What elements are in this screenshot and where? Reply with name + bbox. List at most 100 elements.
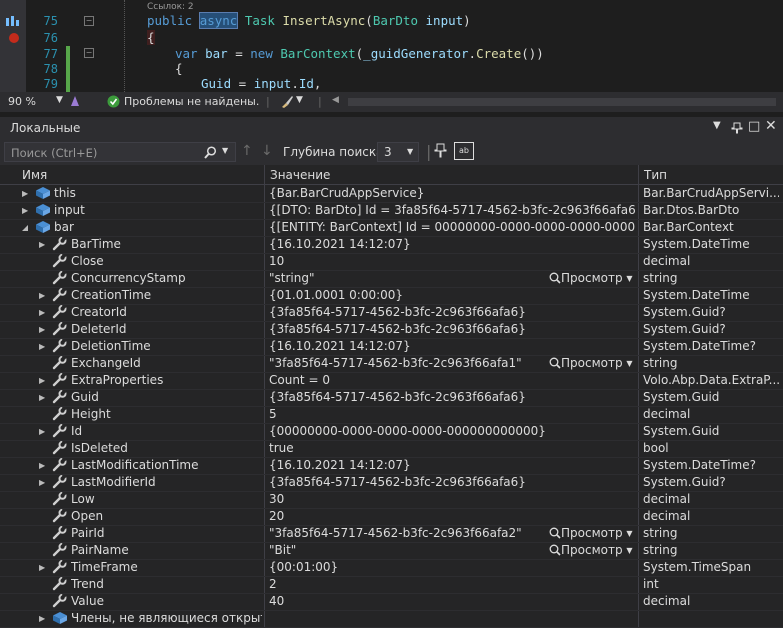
search-icon[interactable] [204, 146, 217, 159]
column-header-name[interactable]: Имя [22, 168, 47, 182]
locals-row[interactable]: ▶ Члены, не являющиеся открыты... [0, 610, 783, 628]
horizontal-scrollbar[interactable] [348, 98, 776, 106]
collapse-arrow-icon[interactable]: ◢ [22, 223, 28, 232]
variable-value[interactable]: "3fa85f64-5717-4562-b3fc-2c963f66afa1" [269, 356, 522, 370]
collapse-toggle[interactable]: − [84, 16, 94, 26]
expand-arrow-icon[interactable]: ▶ [39, 308, 45, 317]
hex-display-icon[interactable]: ab [454, 142, 474, 160]
text-visualizer[interactable]: Просмотр ▼ [549, 356, 633, 370]
variable-value[interactable]: {01.01.0001 0:00:00} [269, 288, 403, 302]
expand-arrow-icon[interactable]: ▶ [22, 206, 28, 215]
code-line-76[interactable]: { [147, 30, 155, 45]
variable-value[interactable]: "string" [269, 271, 315, 285]
locals-row[interactable]: ▶ BarTime {16.10.2021 14:12:07} System.Date… [0, 236, 783, 254]
variable-value[interactable]: true [269, 441, 294, 455]
codelens-references[interactable]: Ссылок: 2 [147, 2, 194, 12]
expand-arrow-icon[interactable]: ▶ [39, 478, 45, 487]
locals-row[interactable]: ▶ CreatorId {3fa85f64-5717-4562-b3fc-2c963… [0, 304, 783, 322]
expand-arrow-icon[interactable]: ▶ [39, 376, 45, 385]
expand-arrow-icon[interactable]: ▶ [39, 291, 45, 300]
locals-row[interactable]: ▶ DeletionTime {16.10.2021 14:12:07} System… [0, 338, 783, 356]
locals-row[interactable]: PairName "Bit" Просмотр ▼ string [0, 542, 783, 560]
collapse-toggle[interactable]: − [84, 48, 94, 58]
variable-value[interactable]: 30 [269, 492, 284, 506]
close-icon[interactable]: ✕ [765, 118, 777, 134]
text-visualizer[interactable]: Просмотр ▼ [549, 526, 633, 540]
locals-row[interactable]: ▶ LastModifierId {3fa85f64-5717-4562-b3fc-… [0, 474, 783, 492]
locals-row[interactable]: ▶ LastModificationTime {16.10.2021 14:12:0… [0, 457, 783, 475]
scroll-left-icon[interactable]: ◀ [332, 95, 339, 105]
variable-value[interactable]: {Bar.BarCrudAppService} [269, 186, 424, 200]
brush-icon[interactable] [280, 95, 294, 108]
variable-value[interactable]: {[DTO: BarDto] Id = 3fa85f64-5717-4562-b… [269, 203, 635, 217]
variable-value[interactable]: {3fa85f64-5717-4562-b3fc-2c963f66afa6} [269, 305, 526, 319]
column-header-type[interactable]: Тип [644, 168, 667, 182]
variable-value[interactable]: {3fa85f64-5717-4562-b3fc-2c963f66afa6} [269, 322, 526, 336]
variable-value[interactable]: "3fa85f64-5717-4562-b3fc-2c963f66afa2" [269, 526, 522, 540]
expand-arrow-icon[interactable]: ▶ [39, 427, 45, 436]
expand-arrow-icon[interactable]: ▶ [39, 342, 45, 351]
zoom-level[interactable]: 90 % [8, 95, 36, 108]
variable-value[interactable]: 40 [269, 594, 284, 608]
locals-row[interactable]: Value 40 decimal [0, 593, 783, 611]
find-previous-icon[interactable]: ↑ [241, 143, 253, 159]
ai-assistant-icon[interactable] [68, 94, 82, 108]
window-position-icon[interactable]: ▼ [713, 120, 721, 131]
text-visualizer[interactable]: Просмотр ▼ [549, 543, 633, 557]
code-line-75[interactable]: public async Task InsertAsync(BarDto inp… [147, 12, 471, 29]
locals-row[interactable]: Close 10 decimal [0, 253, 783, 271]
variable-value[interactable]: {[ENTITY: BarContext] Id = 00000000-0000… [269, 220, 635, 234]
variable-value[interactable]: 2 [269, 577, 277, 591]
locals-grid[interactable]: Имя Значение Тип ▶ this {Bar.BarCrudAppSer… [0, 165, 783, 628]
zoom-dropdown-icon[interactable]: ▼ [56, 95, 63, 105]
locals-row[interactable]: ▶ CreationTime {01.01.0001 0:00:00} System.… [0, 287, 783, 305]
variable-value[interactable]: {3fa85f64-5717-4562-b3fc-2c963f66afa6} [269, 390, 526, 404]
variable-value[interactable]: 20 [269, 509, 284, 523]
pin-icon[interactable] [731, 122, 743, 134]
expand-arrow-icon[interactable]: ▶ [39, 614, 45, 623]
locals-row[interactable]: PairId "3fa85f64-5717-4562-b3fc-2c963f66a… [0, 525, 783, 543]
locals-row[interactable]: ▶ this {Bar.BarCrudAppService} Bar.BarCrudA… [0, 185, 783, 203]
search-options-icon[interactable]: ▼ [222, 146, 228, 155]
code-line-77[interactable]: var bar = new BarContext(_guidGenerator.… [175, 46, 544, 61]
text-visualizer[interactable]: Просмотр ▼ [549, 271, 633, 285]
pin-value-icon[interactable] [433, 143, 447, 159]
code-line-78[interactable]: { [175, 61, 183, 76]
variable-value[interactable]: 10 [269, 254, 284, 268]
problems-status[interactable]: Проблемы не найдены. [124, 95, 259, 108]
code-editor[interactable]: Ссылок: 2 75 76 77 78 79 − − public asyn… [0, 0, 783, 92]
column-header-value[interactable]: Значение [270, 168, 330, 182]
variable-value[interactable]: {00:01:00} [269, 560, 338, 574]
locals-row[interactable]: Open 20 decimal [0, 508, 783, 526]
locals-row[interactable]: ▶ DeleterId {3fa85f64-5717-4562-b3fc-2c963… [0, 321, 783, 339]
variable-value[interactable]: {16.10.2021 14:12:07} [269, 458, 411, 472]
variable-value[interactable]: "Bit" [269, 543, 296, 557]
expand-arrow-icon[interactable]: ▶ [39, 325, 45, 334]
locals-row[interactable]: ◢ bar {[ENTITY: BarContext] Id = 00000000-… [0, 219, 783, 237]
expand-arrow-icon[interactable]: ▶ [39, 393, 45, 402]
variable-value[interactable]: {16.10.2021 14:12:07} [269, 237, 411, 251]
locals-row[interactable]: ▶ Guid {3fa85f64-5717-4562-b3fc-2c963f66af… [0, 389, 783, 407]
cleanup-dropdown-icon[interactable]: ▼ [296, 95, 303, 105]
locals-row[interactable]: Trend 2 int [0, 576, 783, 594]
locals-row[interactable]: ConcurrencyStamp "string" Просмотр ▼ string [0, 270, 783, 288]
search-input[interactable]: Поиск (Ctrl+E) [4, 142, 236, 162]
locals-row[interactable]: Low 30 decimal [0, 491, 783, 509]
breakpoint-icon[interactable] [8, 32, 20, 44]
variable-value[interactable]: {00000000-0000-0000-0000-000000000000} [269, 424, 546, 438]
variable-value[interactable]: {16.10.2021 14:12:07} [269, 339, 411, 353]
find-next-icon[interactable]: ↓ [261, 143, 273, 159]
locals-row[interactable]: Height 5 decimal [0, 406, 783, 424]
locals-row[interactable]: ▶ Id {00000000-0000-0000-0000-000000000000… [0, 423, 783, 441]
expand-arrow-icon[interactable]: ▶ [39, 461, 45, 470]
search-depth-select[interactable]: 3 ▼ [377, 142, 419, 162]
locals-row[interactable]: ExchangeId "3fa85f64-5717-4562-b3fc-2c963… [0, 355, 783, 373]
variable-value[interactable]: 5 [269, 407, 277, 421]
locals-row[interactable]: IsDeleted true bool [0, 440, 783, 458]
locals-row[interactable]: ▶ TimeFrame {00:01:00} System.TimeSpan [0, 559, 783, 577]
locals-row[interactable]: ▶ input {[DTO: BarDto] Id = 3fa85f64-5717-… [0, 202, 783, 220]
expand-arrow-icon[interactable]: ▶ [22, 189, 28, 198]
variable-value[interactable]: Count = 0 [269, 373, 330, 387]
expand-arrow-icon[interactable]: ▶ [39, 240, 45, 249]
code-line-79[interactable]: Guid = input.Id, [201, 76, 321, 91]
